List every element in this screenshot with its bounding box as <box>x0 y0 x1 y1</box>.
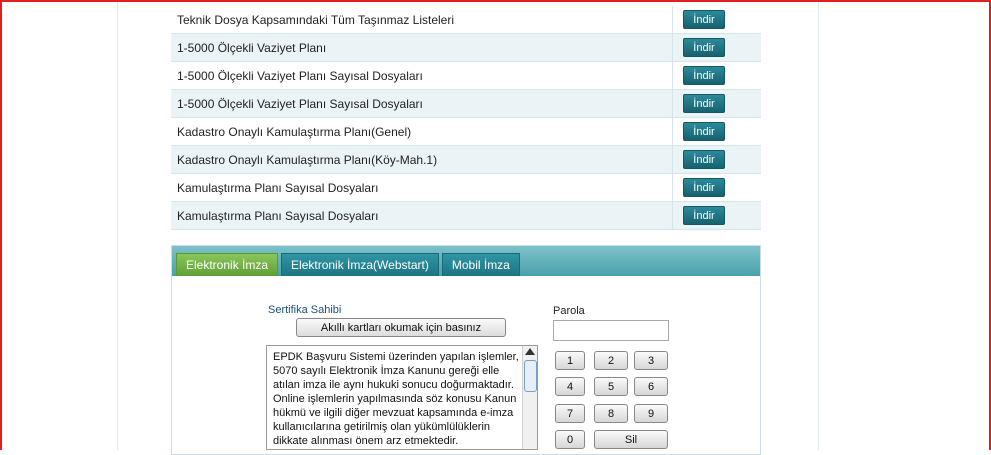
password-input[interactable] <box>553 320 669 341</box>
download-button[interactable]: İndir <box>683 150 725 169</box>
download-button[interactable]: İndir <box>683 10 725 29</box>
keypad-key-1[interactable]: 1 <box>555 351 585 370</box>
scroll-thumb[interactable] <box>524 360 537 392</box>
file-name: Kamulaştırma Planı Sayısal Dosyaları <box>171 202 673 229</box>
file-name: 1-5000 Ölçekli Vaziyet Planı Sayısal Dos… <box>171 62 673 89</box>
legal-info-text: EPDK Başvuru Sistemi üzerinden yapılan i… <box>273 351 519 447</box>
download-button[interactable]: İndir <box>683 38 725 57</box>
file-name: Kadastro Onaylı Kamulaştırma Planı(Genel… <box>171 118 673 145</box>
keypad-delete-button[interactable]: Sil <box>594 430 668 449</box>
tab-mobile-signature[interactable]: Mobil İmza <box>441 253 520 276</box>
file-name: Kadastro Onaylı Kamulaştırma Planı(Köy-M… <box>171 146 673 173</box>
download-button[interactable]: İndir <box>683 66 725 85</box>
scroll-up-icon[interactable] <box>525 348 535 355</box>
tab-electronic-signature-webstart[interactable]: Elektronik İmza(Webstart) <box>281 253 439 276</box>
keypad-key-9[interactable]: 9 <box>634 404 668 423</box>
table-row: Kadastro Onaylı Kamulaştırma Planı(Köy-M… <box>171 146 761 174</box>
keypad-key-6[interactable]: 6 <box>634 377 668 396</box>
download-button[interactable]: İndir <box>683 206 725 225</box>
read-smart-cards-button[interactable]: Akıllı kartları okumak için basınız <box>296 318 506 337</box>
keypad-key-2[interactable]: 2 <box>594 351 628 370</box>
download-button[interactable]: İndir <box>683 94 725 113</box>
info-scrollbar[interactable] <box>522 346 537 449</box>
keypad-key-4[interactable]: 4 <box>555 377 585 396</box>
keypad-key-7[interactable]: 7 <box>555 404 585 423</box>
keypad-key-0[interactable]: 0 <box>555 430 585 449</box>
keypad-key-5[interactable]: 5 <box>594 377 628 396</box>
keypad-key-8[interactable]: 8 <box>594 404 628 423</box>
file-name: Teknik Dosya Kapsamındaki Tüm Taşınmaz L… <box>171 6 673 33</box>
table-row: 1-5000 Ölçekli Vaziyet Planı İndir <box>171 34 761 62</box>
legal-info-box: EPDK Başvuru Sistemi üzerinden yapılan i… <box>266 345 538 450</box>
table-row: Kamulaştırma Planı Sayısal Dosyaları İnd… <box>171 202 761 230</box>
password-label: Parola <box>553 305 585 317</box>
table-row: Kamulaştırma Planı Sayısal Dosyaları İnd… <box>171 174 761 202</box>
file-name: Kamulaştırma Planı Sayısal Dosyaları <box>171 174 673 201</box>
download-button[interactable]: İndir <box>683 122 725 141</box>
table-row: Kadastro Onaylı Kamulaştırma Planı(Genel… <box>171 118 761 146</box>
file-table: Teknik Dosya Kapsamındaki Tüm Taşınmaz L… <box>171 6 761 230</box>
table-row: 1-5000 Ölçekli Vaziyet Planı Sayısal Dos… <box>171 62 761 90</box>
table-row: 1-5000 Ölçekli Vaziyet Planı Sayısal Dos… <box>171 90 761 118</box>
download-button[interactable]: İndir <box>683 178 725 197</box>
table-row: Teknik Dosya Kapsamındaki Tüm Taşınmaz L… <box>171 6 761 34</box>
signature-tab-bar: Elektronik İmza Elektronik İmza(Webstart… <box>172 246 760 276</box>
file-name: 1-5000 Ölçekli Vaziyet Planı Sayısal Dos… <box>171 90 673 117</box>
certificate-owner-label: Sertifika Sahibi <box>268 304 342 316</box>
keypad-key-3[interactable]: 3 <box>634 351 668 370</box>
tab-electronic-signature[interactable]: Elektronik İmza <box>176 253 279 276</box>
file-name: 1-5000 Ölçekli Vaziyet Planı <box>171 34 673 61</box>
